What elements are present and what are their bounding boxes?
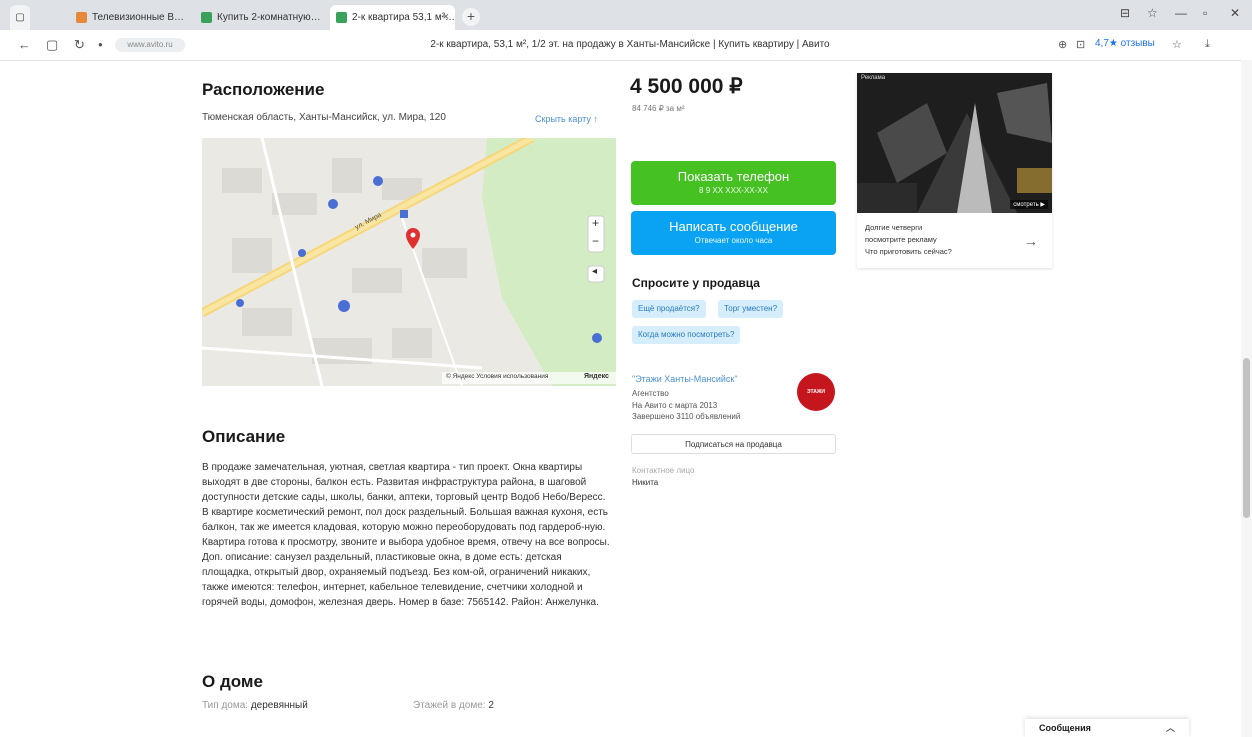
map-attribution[interactable]: © Яндекс Условия использования	[446, 373, 548, 380]
hide-map-link[interactable]: Скрыть карту ↑	[535, 114, 598, 124]
browser-tab-bar: ▢ Телевизионные В… Купить 2-комнатную… 2…	[0, 0, 1252, 30]
price: 4 500 000 ₽	[630, 75, 743, 98]
show-phone-label: Показать телефон	[677, 169, 790, 184]
house-floors: Этажей в доме: 2	[413, 700, 494, 711]
ask-chip[interactable]: Ещё продаётся?	[632, 300, 706, 318]
chevron-up-icon[interactable]: ︿	[1166, 719, 1175, 737]
subscribe-button[interactable]: Подписаться на продавца	[631, 434, 836, 454]
key-icon[interactable]: ⊕	[1058, 38, 1067, 51]
location-title: Расположение	[202, 80, 325, 99]
bookmark-icon[interactable]: ☆	[1172, 38, 1182, 51]
seller-role: Агентство	[632, 389, 669, 398]
messages-panel-tab[interactable]: Сообщения ︿	[1025, 719, 1189, 737]
contact-value: Никита	[632, 478, 659, 487]
seller-logo[interactable]: ЭТАЖИ	[797, 373, 835, 411]
map[interactable]: ул. Мира + − ◂ © Яндекс Условия использо…	[202, 138, 616, 386]
browser-tab[interactable]: Телевизионные В…	[70, 5, 190, 30]
ask-chip[interactable]: Когда можно посмотреть?	[632, 326, 741, 344]
address-bar: ← ▢ ↻ ● www.avito.ru 2-к квартира, 53,1 …	[0, 30, 1252, 61]
browser-tab-active[interactable]: 2-к квартира 53,1 м²… ×	[330, 5, 455, 30]
scrollbar[interactable]	[1241, 60, 1252, 737]
translate-icon[interactable]: ⊡	[1076, 38, 1085, 51]
back-icon[interactable]: ←	[18, 37, 31, 52]
favorite-icon[interactable]: ☆	[1147, 6, 1158, 20]
url-field[interactable]: www.avito.ru	[115, 38, 185, 52]
show-phone-button[interactable]: Показать телефон 8 9 ХХ ХХХ-ХХ-ХХ	[631, 161, 836, 205]
map-canvas	[202, 138, 616, 386]
new-tab-button[interactable]: +	[462, 8, 480, 26]
messages-label: Сообщения	[1039, 723, 1091, 733]
tab-favicon-icon	[336, 12, 347, 23]
price-per-meter: 84 746 ₽ за м²	[632, 104, 685, 113]
ask-chip[interactable]: Торг уместен?	[718, 300, 784, 318]
write-message-button[interactable]: Написать сообщение Отвечает около часа	[631, 211, 836, 255]
ad-text[interactable]: Долгие четверги посмотрите рекламу Что п…	[865, 222, 1015, 258]
scrollbar-thumb[interactable]	[1243, 358, 1250, 518]
browser-tab[interactable]: ▢	[10, 5, 30, 30]
reply-time: Отвечает около часа	[694, 236, 773, 245]
lock-icon: ●	[98, 40, 103, 49]
browser-tab[interactable]: Купить 2-комнатную…	[195, 5, 325, 30]
house-floors-label: Этажей в доме:	[413, 700, 486, 711]
house-title: О доме	[202, 672, 263, 691]
ad-card[interactable]: Реклама смотреть ▶ Долгие четверги посмо…	[857, 73, 1052, 268]
house-type-value: деревянный	[250, 700, 308, 711]
tab-close-icon[interactable]: ×	[443, 5, 449, 30]
contact-label: Контактное лицо	[632, 466, 695, 475]
page-title: 2-к квартира, 53,1 м², 1/2 эт. на продаж…	[430, 39, 830, 50]
ad-image[interactable]: Реклама смотреть ▶	[857, 73, 1052, 213]
description-text: В продаже замечательная, уютная, светлая…	[202, 462, 610, 608]
map-locate-button[interactable]: ◂	[592, 266, 597, 277]
reload-icon[interactable]: ↻	[74, 37, 85, 53]
map-zoom-in-button[interactable]: +	[592, 216, 599, 230]
write-message-label: Написать сообщение	[669, 219, 798, 234]
minimize-icon[interactable]: —	[1175, 6, 1187, 20]
sidebar-icon[interactable]: ▢	[46, 37, 58, 53]
maximize-icon[interactable]: ▫	[1203, 6, 1207, 20]
seller-name-link[interactable]: "Этажи Ханты-Мансийск"	[632, 374, 738, 384]
sidebar-icon: ▢	[15, 12, 25, 23]
ad-watch-tag[interactable]: смотреть ▶	[1010, 200, 1048, 209]
yandex-logo[interactable]: Яндекс	[584, 373, 609, 380]
site-rating-badge[interactable]: 4,7★ отзывы	[1095, 38, 1155, 49]
house-type: Тип дома: деревянный	[202, 700, 308, 711]
phone-mask: 8 9 ХХ ХХХ-ХХ-ХХ	[699, 186, 768, 195]
seller-closed-count[interactable]: Завершено 3110 объявлений	[632, 412, 740, 421]
seller-since: На Авито с марта 2013	[632, 401, 718, 410]
ad-label: Реклама	[861, 75, 886, 81]
close-icon[interactable]: ✕	[1230, 6, 1240, 20]
arrow-right-icon[interactable]: →	[1024, 233, 1038, 249]
map-zoom-out-button[interactable]: −	[592, 234, 599, 248]
address-text: Тюменская область, Ханты-Мансийск, ул. М…	[202, 112, 446, 123]
house-floors-value: 2	[488, 700, 494, 711]
ask-seller-title: Спросите у продавца	[632, 276, 760, 290]
tab-favicon-icon	[76, 12, 87, 23]
window-menu-icon[interactable]: ⊟	[1120, 6, 1130, 20]
download-icon[interactable]: ⤓	[1205, 38, 1210, 51]
description-title: Описание	[202, 427, 286, 446]
house-type-label: Тип дома:	[202, 700, 249, 711]
tab-favicon-icon	[201, 12, 212, 23]
